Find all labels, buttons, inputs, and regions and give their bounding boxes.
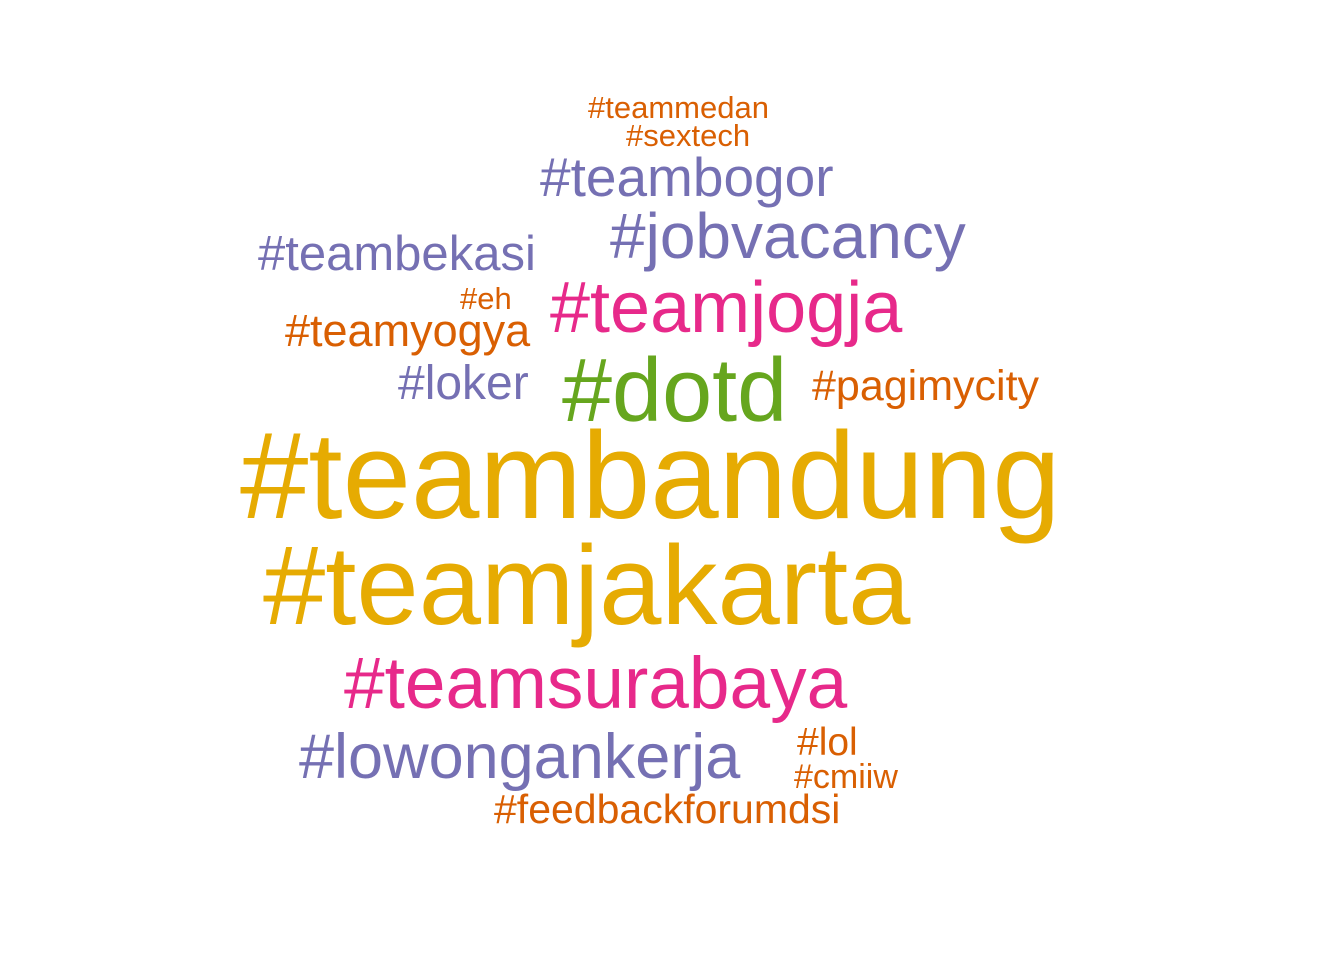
word-jobvacancy: #jobvacancy: [610, 200, 966, 272]
word-teamsurabaya: #teamsurabaya: [344, 643, 848, 724]
word-lol: #lol: [797, 721, 858, 764]
word-loker: #loker: [398, 357, 529, 410]
word-lowongankerja: #lowongankerja: [299, 722, 741, 792]
word-teamjakarta: #teamjakarta: [263, 523, 911, 648]
word-teambandung: #teambandung: [240, 408, 1061, 545]
word-teamjogja: #teamjogja: [550, 268, 903, 348]
word-teamyogya: #teamyogya: [285, 305, 531, 356]
word-teambekasi: #teambekasi: [258, 227, 536, 281]
word-teambogor: #teambogor: [540, 146, 834, 208]
word-pagimycity: #pagimycity: [812, 362, 1040, 410]
word-feedbackforumdsi: #feedbackforumdsi: [494, 786, 841, 832]
word-cloud: #teammedan #sextech #teambogor #jobvacan…: [0, 0, 1344, 960]
